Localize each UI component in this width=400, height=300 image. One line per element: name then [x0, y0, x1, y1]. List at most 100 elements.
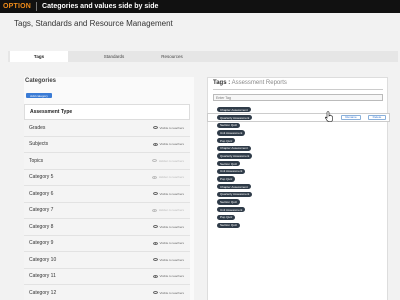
- rename-button[interactable]: Rename: [341, 114, 361, 121]
- category-row[interactable]: Assessment Type: [24, 104, 190, 120]
- tag-pill[interactable]: Chapter Assessment: [217, 184, 251, 190]
- category-label: Category 6: [29, 190, 54, 197]
- tag-pill[interactable]: Quarterly Assessment: [217, 153, 253, 159]
- eye-off-icon: [151, 208, 157, 212]
- tag-pill[interactable]: Quarterly Assessment: [217, 114, 253, 121]
- category-label: Topics: [29, 157, 44, 164]
- tag-row[interactable]: Quarterly Assessment: [208, 191, 389, 199]
- visibility-label: Hidden to teachers: [158, 158, 184, 163]
- tag-row[interactable]: Chapter Assessment: [208, 183, 389, 191]
- category-label: Grades: [29, 124, 46, 131]
- tag-row[interactable]: Pop Quiz: [208, 175, 389, 183]
- tag-pill[interactable]: Pop Quiz: [217, 137, 236, 144]
- tag-row[interactable]: Pop Quiz: [208, 214, 389, 222]
- tags-heading: Tags : Assessment Reports: [213, 80, 287, 86]
- category-label: Category 5: [29, 174, 54, 181]
- category-label: Category 11: [29, 273, 56, 280]
- tag-row[interactable]: Quarterly Assessment Rename Delete: [207, 110, 390, 123]
- tag-pill[interactable]: Pop Quiz: [217, 176, 236, 182]
- eye-icon: [152, 241, 158, 245]
- category-row[interactable]: Category 10 Visible to teachers: [24, 252, 190, 269]
- tag-pill[interactable]: Unit Assessment: [217, 168, 246, 174]
- visibility-label: Visible to teachers: [159, 257, 184, 262]
- category-row[interactable]: Category 12 Visible to teachers: [24, 285, 190, 300]
- tag-row[interactable]: Unit Assessment: [208, 129, 389, 137]
- category-row[interactable]: Category 8 Visible to teachers: [24, 219, 190, 236]
- hand-cursor-icon: [325, 110, 333, 122]
- tag-row[interactable]: Chapter Assessment: [208, 144, 389, 152]
- categories-panel: Categories Add category Assessment Type G…: [24, 77, 194, 300]
- tag-pill[interactable]: Section Quiz: [217, 122, 241, 128]
- visibility-label: Visible to teachers: [159, 191, 184, 196]
- top-bar: OPTION Categories and values side by sid…: [0, 0, 400, 13]
- category-row[interactable]: Category 9 Visible to teachers: [24, 235, 190, 252]
- delete-button[interactable]: Delete: [368, 114, 386, 121]
- tag-row[interactable]: Pop Quiz: [208, 137, 389, 145]
- tag-row[interactable]: Section Quiz: [208, 121, 389, 129]
- tag-pill[interactable]: Unit Assessment: [217, 130, 246, 136]
- eye-icon: [152, 126, 158, 130]
- tag-pill[interactable]: Quarterly Assessment: [217, 191, 253, 198]
- tab-tags[interactable]: Tags: [10, 51, 68, 62]
- tag-row[interactable]: Unit Assessment: [208, 168, 389, 176]
- tags-heading-value: Assessment Reports: [231, 80, 287, 86]
- tag-row[interactable]: Chapter Assessment: [208, 106, 389, 114]
- tag-pill[interactable]: Section Quiz: [217, 199, 241, 205]
- tag-input[interactable]: Enter Tag: [213, 94, 383, 101]
- visibility-toggle[interactable]: Visible to teachers: [152, 257, 184, 262]
- visibility-label: Visible to teachers: [159, 290, 184, 295]
- category-list: Assessment Type Grades Visible to teachers…: [24, 104, 190, 300]
- option-label: OPTION: [3, 3, 32, 10]
- topbar-title: Categories and values side by side: [42, 3, 159, 10]
- tag-pill[interactable]: Chapter Assessment: [217, 107, 251, 113]
- category-row[interactable]: Topics Hidden to teachers: [24, 153, 190, 170]
- eye-icon: [152, 274, 158, 278]
- tag-pill[interactable]: Section Quiz: [217, 161, 241, 167]
- eye-icon: [152, 291, 158, 295]
- category-row[interactable]: Category 5 Hidden to teachers: [24, 169, 190, 186]
- category-row[interactable]: Subjects Visible to teachers: [24, 136, 190, 153]
- category-row[interactable]: Grades Visible to teachers: [24, 120, 190, 137]
- category-row[interactable]: Category 11 Visible to teachers: [24, 268, 190, 285]
- visibility-toggle[interactable]: Visible to teachers: [152, 225, 184, 229]
- eye-icon: [152, 192, 158, 196]
- visibility-toggle[interactable]: Hidden to teachers: [151, 158, 184, 163]
- tab-bar: Tags Standards Resources: [8, 51, 398, 62]
- visibility-label: Hidden to teachers: [158, 208, 184, 213]
- add-category-label: Add category: [30, 93, 48, 98]
- tab-resources[interactable]: Resources: [133, 51, 211, 62]
- visibility-toggle[interactable]: Hidden to teachers: [151, 208, 184, 213]
- tag-row[interactable]: Section Quiz: [208, 221, 389, 229]
- visibility-toggle[interactable]: Visible to teachers: [152, 125, 184, 130]
- tag-pill[interactable]: Unit Assessment: [217, 207, 246, 213]
- page: Tags, Standards and Resource Management …: [0, 13, 400, 300]
- visibility-label: Visible to teachers: [159, 125, 184, 130]
- heading-divider: [213, 89, 383, 90]
- tag-row[interactable]: Quarterly Assessment: [208, 152, 389, 160]
- tag-pill[interactable]: Section Quiz: [217, 222, 241, 228]
- add-category-button[interactable]: Add category: [26, 93, 52, 98]
- tag-row[interactable]: Section Quiz: [208, 198, 389, 206]
- eye-icon: [152, 258, 158, 262]
- category-label: Category 7: [29, 207, 54, 214]
- tag-pill[interactable]: Pop Quiz: [217, 214, 236, 221]
- visibility-toggle[interactable]: Visible to teachers: [152, 142, 184, 147]
- visibility-toggle[interactable]: Visible to teachers: [152, 241, 184, 245]
- tag-input-placeholder: Enter Tag: [216, 95, 231, 100]
- tag-pill[interactable]: Chapter Assessment: [217, 145, 251, 151]
- category-row[interactable]: Category 6 Visible to teachers: [24, 186, 190, 203]
- visibility-toggle[interactable]: Hidden to teachers: [151, 175, 184, 179]
- visibility-toggle[interactable]: Visible to teachers: [152, 274, 184, 278]
- tag-row[interactable]: Section Quiz: [208, 160, 389, 168]
- divider: [36, 2, 38, 11]
- category-label: Subjects: [29, 141, 49, 148]
- tag-row[interactable]: Unit Assessment: [208, 206, 389, 214]
- visibility-toggle[interactable]: Visible to teachers: [152, 191, 184, 196]
- category-label: Category 12: [29, 289, 57, 296]
- tags-heading-key: Tags :: [213, 80, 231, 86]
- category-row[interactable]: Category 7 Hidden to teachers: [24, 202, 190, 219]
- category-label: Assessment Type: [30, 109, 73, 115]
- visibility-label: Visible to teachers: [159, 142, 184, 147]
- eye-icon: [152, 142, 158, 146]
- visibility-toggle[interactable]: Visible to teachers: [152, 290, 184, 295]
